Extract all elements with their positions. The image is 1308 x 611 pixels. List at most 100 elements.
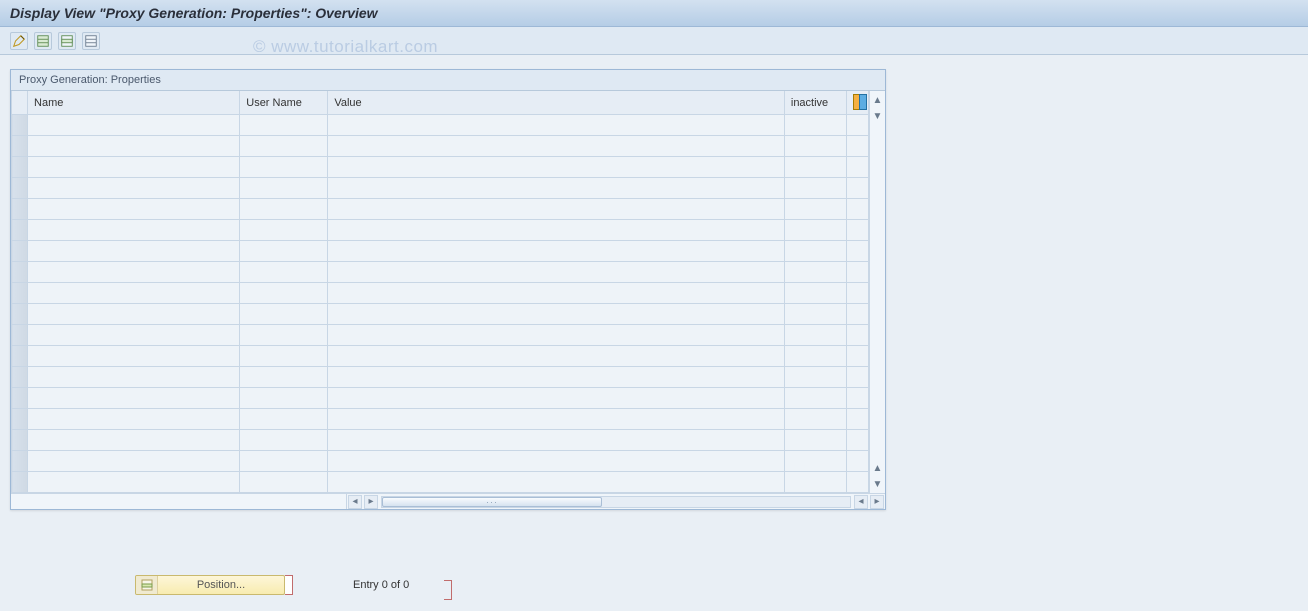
cell-value[interactable] [328, 430, 785, 451]
scroll-last-button[interactable]: ▸ [870, 495, 884, 509]
cell-name[interactable] [28, 325, 240, 346]
cell-value[interactable] [328, 199, 785, 220]
row-marker[interactable] [12, 346, 28, 367]
row-marker-header[interactable] [12, 91, 28, 115]
table-row[interactable] [12, 451, 869, 472]
cell-name[interactable] [28, 451, 240, 472]
cell-value[interactable] [328, 220, 785, 241]
table-row[interactable] [12, 430, 869, 451]
cell-inactive[interactable] [784, 178, 846, 199]
cell-user_name[interactable] [240, 346, 328, 367]
cell-inactive[interactable] [784, 304, 846, 325]
table-configure-button[interactable] [846, 91, 868, 115]
cell-user_name[interactable] [240, 136, 328, 157]
cell-inactive[interactable] [784, 472, 846, 493]
cell-name[interactable] [28, 472, 240, 493]
row-marker[interactable] [12, 430, 28, 451]
toggle-display-change-button[interactable] [10, 32, 28, 50]
row-marker[interactable] [12, 136, 28, 157]
cell-name[interactable] [28, 115, 240, 136]
cell-value[interactable] [328, 241, 785, 262]
cell-inactive[interactable] [784, 262, 846, 283]
cell-name[interactable] [28, 346, 240, 367]
table-row[interactable] [12, 262, 869, 283]
cell-user_name[interactable] [240, 220, 328, 241]
column-header-inactive[interactable]: inactive [784, 91, 846, 115]
horizontal-scrollbar[interactable]: ◂ ▸ ··· ◂ ▸ [11, 493, 885, 509]
hscroll-thumb[interactable]: ··· [382, 497, 602, 507]
row-marker[interactable] [12, 304, 28, 325]
cell-value[interactable] [328, 262, 785, 283]
cell-user_name[interactable] [240, 199, 328, 220]
table-row[interactable] [12, 199, 869, 220]
table-row[interactable] [12, 136, 869, 157]
row-marker[interactable] [12, 220, 28, 241]
cell-name[interactable] [28, 178, 240, 199]
cell-inactive[interactable] [784, 199, 846, 220]
row-marker[interactable] [12, 325, 28, 346]
cell-value[interactable] [328, 283, 785, 304]
cell-name[interactable] [28, 430, 240, 451]
cell-inactive[interactable] [784, 136, 846, 157]
row-marker[interactable] [12, 388, 28, 409]
cell-name[interactable] [28, 199, 240, 220]
cell-user_name[interactable] [240, 262, 328, 283]
cell-inactive[interactable] [784, 430, 846, 451]
table-row[interactable] [12, 157, 869, 178]
cell-user_name[interactable] [240, 178, 328, 199]
cell-name[interactable] [28, 388, 240, 409]
cell-user_name[interactable] [240, 241, 328, 262]
cell-inactive[interactable] [784, 451, 846, 472]
cell-user_name[interactable] [240, 325, 328, 346]
cell-user_name[interactable] [240, 430, 328, 451]
cell-user_name[interactable] [240, 304, 328, 325]
cell-user_name[interactable] [240, 157, 328, 178]
row-marker[interactable] [12, 283, 28, 304]
cell-user_name[interactable] [240, 472, 328, 493]
position-button[interactable]: Position... [135, 575, 285, 595]
cell-inactive[interactable] [784, 367, 846, 388]
cell-name[interactable] [28, 262, 240, 283]
hscroll-track[interactable]: ··· [381, 496, 851, 508]
table-row[interactable] [12, 283, 869, 304]
deselect-all-button[interactable] [82, 32, 100, 50]
table-row[interactable] [12, 241, 869, 262]
cell-inactive[interactable] [784, 220, 846, 241]
table-row[interactable] [12, 220, 869, 241]
table-row[interactable] [12, 472, 869, 493]
cell-name[interactable] [28, 157, 240, 178]
cell-value[interactable] [328, 157, 785, 178]
cell-user_name[interactable] [240, 409, 328, 430]
cell-value[interactable] [328, 409, 785, 430]
cell-inactive[interactable] [784, 157, 846, 178]
cell-name[interactable] [28, 136, 240, 157]
scroll-page-up-button[interactable]: ▼ [871, 109, 885, 123]
row-marker[interactable] [12, 367, 28, 388]
table-row[interactable] [12, 115, 869, 136]
cell-inactive[interactable] [784, 388, 846, 409]
cell-inactive[interactable] [784, 115, 846, 136]
cell-inactive[interactable] [784, 241, 846, 262]
cell-value[interactable] [328, 136, 785, 157]
cell-inactive[interactable] [784, 325, 846, 346]
cell-inactive[interactable] [784, 283, 846, 304]
cell-user_name[interactable] [240, 451, 328, 472]
column-header-name[interactable]: Name [28, 91, 240, 115]
table-row[interactable] [12, 409, 869, 430]
column-header-value[interactable]: Value [328, 91, 785, 115]
scroll-up-button[interactable]: ▲ [871, 93, 885, 107]
select-all-button[interactable] [34, 32, 52, 50]
scroll-left-button[interactable]: ▸ [364, 495, 378, 509]
row-marker[interactable] [12, 178, 28, 199]
cell-value[interactable] [328, 346, 785, 367]
cell-name[interactable] [28, 241, 240, 262]
row-marker[interactable] [12, 451, 28, 472]
cell-name[interactable] [28, 220, 240, 241]
column-header-user-name[interactable]: User Name [240, 91, 328, 115]
table-row[interactable] [12, 325, 869, 346]
cell-user_name[interactable] [240, 283, 328, 304]
cell-value[interactable] [328, 304, 785, 325]
table-row[interactable] [12, 388, 869, 409]
cell-name[interactable] [28, 409, 240, 430]
cell-name[interactable] [28, 283, 240, 304]
